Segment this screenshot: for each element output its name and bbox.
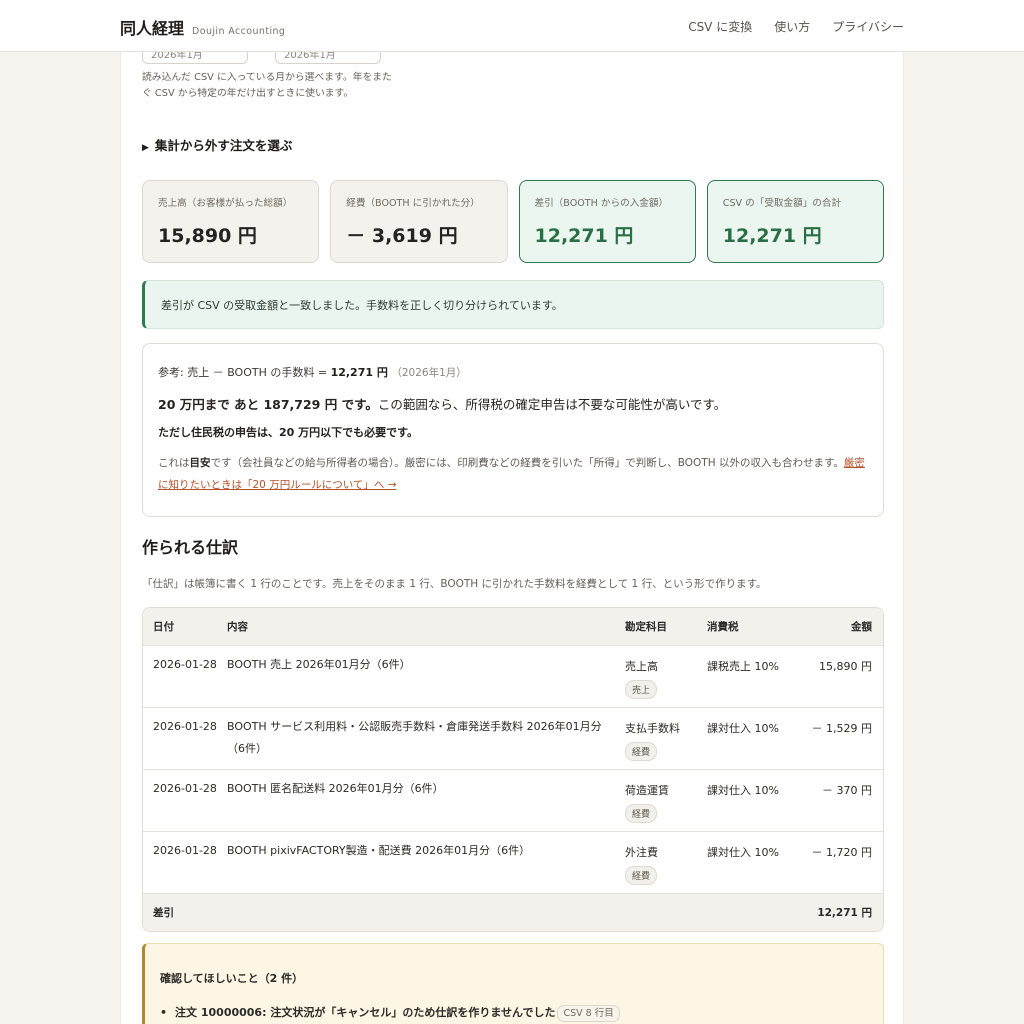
resident-tax-note: ただし住民税の申告は、20 万円以下でも必要です。 [158, 426, 419, 439]
row-date: 2026-01-28 [153, 782, 217, 795]
card-sales: 売上高（お客様が払った総額） 15,890 円 [142, 180, 320, 263]
account-badge: 経費 [625, 804, 658, 823]
main-panel: 2026年1月 2026年1月 読み込んだ CSV に入っている月から選べます。… [120, 44, 904, 1024]
journal-title: 作られる仕訳 [142, 538, 239, 557]
card-net: 差引（BOOTH からの入金額） 12,271 円 [518, 180, 696, 263]
check-box: 確認してほしいこと（2 件） • 注文 10000006: 注文状況が「キャンセル… [142, 943, 884, 1024]
header-date: 日付 [153, 621, 174, 633]
check-item: • 注文 10000006: 注文状況が「キャンセル」のため仕訳を作りませんでした… [160, 1004, 868, 1022]
nav-privacy[interactable]: プライバシー [832, 18, 904, 35]
footer-label: 差引 [153, 907, 174, 919]
journal-table: 日付 内容 勘定科目 消費税 金額 2026-01-28 BOOTH 売上 20… [142, 607, 884, 932]
card-value: 12,271 円 [722, 225, 822, 247]
row-desc: BOOTH サービス利用料・公認販売手数料・倉庫発送手数料 2026年01月分（… [227, 720, 602, 755]
check-title: 確認してほしいこと（2 件） [160, 972, 304, 985]
note-rest: です（会社員などの給与所得者の場合）。厳密には、印刷費などの経費を引いた「所得」… [210, 457, 844, 469]
row-amount: 15,890 円 [819, 660, 872, 673]
account-name: 外注費 [625, 846, 658, 859]
nav-csv-convert[interactable]: CSV に変換 [688, 18, 752, 35]
card-value: 12,271 円 [534, 225, 634, 247]
disclosure-triangle-icon: ▶ [142, 143, 149, 153]
header-account: 勘定科目 [625, 621, 667, 633]
card-label: CSV の「受取金額」の合計 [722, 198, 842, 209]
footer-amount: 12,271 円 [817, 907, 872, 919]
card-value: 15,890 円 [158, 225, 257, 247]
account-name: 支払手数料 [625, 722, 680, 735]
card-value: － 3,619 円 [346, 225, 458, 247]
table-row: 2026-01-28 BOOTH 匿名配送料 2026年01月分（6件） 荷造運… [143, 769, 883, 831]
summary-cards: 売上高（お客様が払った総額） 15,890 円 経費（BOOTH に引かれた分）… [142, 180, 884, 263]
header-tax: 消費税 [707, 621, 739, 633]
month-help-text: 読み込んだ CSV に入っている月から選べます。年をまたぐ CSV から特定の年… [142, 72, 392, 99]
check-item-text: 注文 10000006: 注文状況が「キャンセル」のため仕訳を作りませんでした [175, 1006, 556, 1019]
row-account: 荷造運賃 経費 [625, 782, 707, 831]
nav-usage[interactable]: 使い方 [774, 18, 810, 35]
account-badge: 経費 [625, 742, 658, 761]
card-label: 売上高（お客様が払った総額） [158, 198, 293, 209]
row-desc: BOOTH 売上 2026年01月分（6件） [227, 658, 411, 671]
exclude-orders-label: 集計から外す注文を選ぶ [154, 138, 293, 153]
formula-prefix: 参考: 売上 － BOOTH の手数料 = [158, 366, 331, 379]
note-prefix: これは [158, 457, 190, 469]
account-badge: 経費 [625, 866, 658, 885]
match-notice: 差引が CSV の受取金額と一致しました。手数料を正しく切り分けられています。 [142, 280, 884, 329]
account-name: 売上高 [625, 660, 658, 673]
account-name: 荷造運賃 [625, 784, 669, 797]
note-bold: 目安 [189, 457, 211, 469]
remaining-bold: 20 万円まで あと 187,729 円 です。 [158, 397, 378, 412]
table-header: 日付 内容 勘定科目 消費税 金額 [143, 608, 883, 645]
header-desc: 内容 [227, 620, 248, 633]
row-account: 支払手数料 経費 [625, 720, 707, 769]
row-date: 2026-01-28 [153, 658, 217, 671]
row-account: 外注費 経費 [625, 844, 707, 893]
row-desc: BOOTH pixivFACTORY製造・配送費 2026年01月分（6件） [227, 844, 531, 857]
csv-row-tag: CSV 8 行目 [557, 1005, 620, 1022]
site-header: 同人経理 Doujin Accounting CSV に変換 使い方 プライバシ… [0, 0, 1024, 52]
top-nav: CSV に変換 使い方 プライバシー [688, 18, 904, 35]
journal-description: 「仕訳」は帳簿に書く 1 行のことです。売上をそのまま 1 行、BOOTH に引… [142, 578, 767, 590]
table-row: 2026-01-28 BOOTH 売上 2026年01月分（6件） 売上高 売上… [143, 645, 883, 707]
brand-title: 同人経理 [120, 19, 185, 38]
row-date: 2026-01-28 [153, 844, 217, 857]
reference-box: 参考: 売上 － BOOTH の手数料 = 12,271 円 （2026年1月）… [142, 343, 884, 517]
card-label: 差引（BOOTH からの入金額） [534, 198, 669, 209]
row-tax: 課対仕入 10% [707, 722, 779, 735]
exclude-orders-toggle[interactable]: ▶ 集計から外す注文を選ぶ [142, 135, 292, 154]
card-expenses: 経費（BOOTH に引かれた分） － 3,619 円 [330, 180, 508, 263]
card-csv-total: CSV の「受取金額」の合計 12,271 円 [706, 180, 884, 263]
table-footer: 差引 12,271 円 [143, 893, 883, 931]
row-tax: 課税売上 10% [707, 660, 779, 673]
table-row: 2026-01-28 BOOTH pixivFACTORY製造・配送費 2026… [143, 831, 883, 893]
row-amount: － 1,720 円 [811, 846, 872, 859]
row-amount: － 370 円 [822, 784, 872, 797]
row-desc: BOOTH 匿名配送料 2026年01月分（6件） [227, 782, 444, 795]
brand[interactable]: 同人経理 Doujin Accounting [120, 15, 285, 39]
formula-value: 12,271 円 [330, 366, 388, 379]
brand-subtitle: Doujin Accounting [192, 26, 286, 37]
row-date: 2026-01-28 [153, 720, 217, 733]
row-amount: － 1,529 円 [811, 722, 872, 735]
bullet-icon: • [160, 1006, 168, 1019]
remaining-amount: 20 万円まで あと 187,729 円 です。この範囲なら、所得税の確定申告は… [158, 394, 868, 413]
remaining-rest: この範囲なら、所得税の確定申告は不要な可能性が高いです。 [377, 397, 727, 412]
account-badge: 売上 [625, 680, 658, 699]
row-tax: 課対仕入 10% [707, 784, 779, 797]
row-tax: 課対仕入 10% [707, 846, 779, 859]
reference-formula: 参考: 売上 － BOOTH の手数料 = 12,271 円 （2026年1月） [158, 364, 868, 380]
estimate-note: これは目安です（会社員などの給与所得者の場合）。厳密には、印刷費などの経費を引い… [158, 452, 868, 496]
header-amount: 金額 [851, 621, 872, 633]
table-row: 2026-01-28 BOOTH サービス利用料・公認販売手数料・倉庫発送手数料… [143, 707, 883, 769]
formula-period: （2026年1月） [391, 367, 467, 379]
row-account: 売上高 売上 [625, 658, 707, 707]
card-label: 経費（BOOTH に引かれた分） [346, 198, 480, 209]
